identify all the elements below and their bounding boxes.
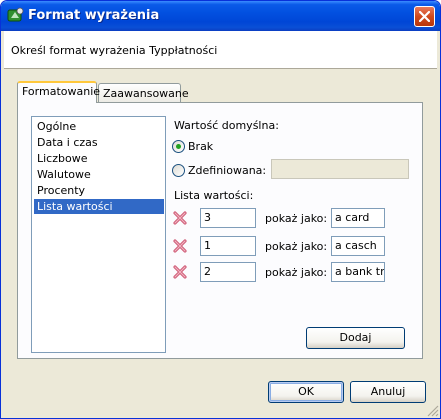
list-item-walutowe[interactable]: Walutowe [34,167,164,182]
app-icon [7,7,24,22]
tab-zaawansowane[interactable]: Zaawansowane [98,83,189,102]
ok-button[interactable]: OK [268,381,344,403]
list-item-liczbowe[interactable]: Liczbowe [34,151,164,166]
dialog-header: Określ format wyrażenia Typpłatności [4,31,437,69]
radio-zdefiniowana-label[interactable]: Zdefiniowana: [188,164,266,177]
show-as-label: pokaż jako: [265,240,328,253]
close-button[interactable] [414,6,435,27]
cancel-button[interactable]: Anuluj [350,381,426,403]
dialog-window: Format wyrażenia Określ format wyrażenia… [0,0,441,419]
display-field[interactable]: a card [331,208,385,228]
value-field[interactable]: 2 [200,262,256,282]
radio-brak-label[interactable]: Brak [188,140,213,153]
value-field[interactable]: 3 [200,208,256,228]
delete-icon[interactable] [173,265,187,279]
list-item-ogolne[interactable]: Ogólne [34,119,164,134]
radio-brak[interactable] [172,140,185,153]
delete-icon[interactable] [173,211,187,225]
display-field[interactable]: a bank tra [331,262,385,282]
list-item-lista-wartosci[interactable]: Lista wartości [34,199,164,214]
value-field[interactable]: 1 [200,236,256,256]
title-bar[interactable]: Format wyrażenia [1,1,440,31]
tab-formatowanie[interactable]: Formatowanie [17,81,100,103]
radio-zdefiniowana[interactable] [172,164,185,177]
delete-icon[interactable] [173,239,187,253]
list-item-procenty[interactable]: Procenty [34,183,164,198]
list-item-data-i-czas[interactable]: Data i czas [34,135,164,150]
show-as-label: pokaż jako: [265,266,328,279]
header-description: Określ format wyrażenia Typpłatności [11,44,218,57]
default-value-label: Wartość domyślna: [174,119,279,132]
close-icon [419,11,430,22]
value-list-label: Lista wartości: [174,189,254,202]
window-title: Format wyrażenia [28,8,160,23]
show-as-label: pokaż jako: [265,212,328,225]
category-list[interactable]: Ogólne Data i czas Liczbowe Walutowe Pro… [31,116,166,353]
defined-value-field[interactable] [271,159,409,179]
resize-grip-icon[interactable] [427,405,439,417]
display-field[interactable]: a casch [331,236,385,256]
radio-selected-dot [176,144,181,149]
add-button[interactable]: Dodaj [306,327,405,349]
